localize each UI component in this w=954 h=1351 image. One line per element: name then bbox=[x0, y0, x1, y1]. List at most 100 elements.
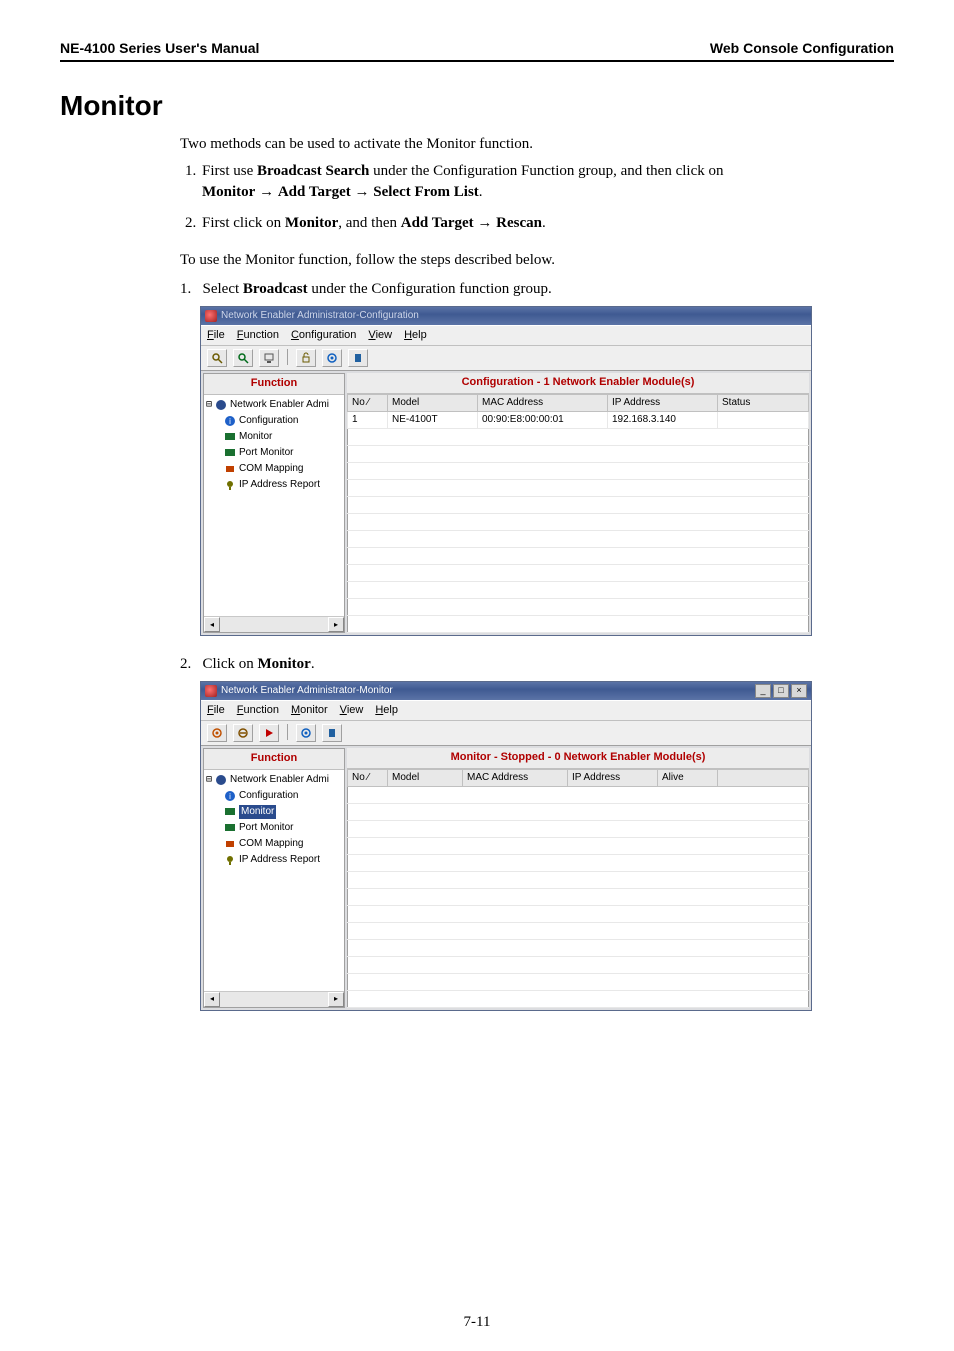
screenshot-configuration-window: Network Enabler Administrator-Configurat… bbox=[200, 306, 812, 636]
col-no[interactable]: No ⁄ bbox=[348, 394, 388, 411]
menu-view[interactable]: View bbox=[340, 703, 364, 718]
minimize-button[interactable]: _ bbox=[755, 684, 771, 698]
method-2: First click on Monitor, and then Add Tar… bbox=[200, 213, 894, 234]
tree-com-mapping[interactable]: COM Mapping bbox=[224, 461, 342, 477]
com-icon bbox=[224, 838, 236, 850]
scroll-right-icon[interactable]: ▸ bbox=[328, 992, 344, 1007]
menu-help[interactable]: Help bbox=[404, 328, 427, 343]
window-titlebar: Network Enabler Administrator-Configurat… bbox=[201, 307, 811, 325]
sidebar-header: Function bbox=[204, 749, 344, 769]
tree-root[interactable]: ⊟ Network Enabler Admi bbox=[206, 397, 342, 413]
window-title: Network Enabler Administrator-Monitor bbox=[221, 684, 393, 698]
menu-view[interactable]: View bbox=[368, 328, 392, 343]
lamp-icon bbox=[224, 854, 236, 866]
tree-monitor[interactable]: Monitor bbox=[224, 429, 342, 445]
toolbar-go-icon[interactable] bbox=[259, 724, 279, 742]
toolbar-search-ip-icon[interactable] bbox=[233, 349, 253, 367]
tree-ip-report[interactable]: IP Address Report bbox=[224, 477, 342, 493]
section-title: Monitor bbox=[60, 90, 894, 122]
scroll-left-icon[interactable]: ◂ bbox=[204, 992, 220, 1007]
col-ip[interactable]: IP Address bbox=[608, 394, 718, 411]
follow-paragraph: To use the Monitor function, follow the … bbox=[180, 250, 894, 271]
tree-root[interactable]: ⊟ Network Enabler Admi bbox=[206, 772, 342, 788]
col-extra[interactable] bbox=[718, 769, 809, 786]
menu-monitor[interactable]: Monitor bbox=[291, 703, 328, 718]
sidebar-scrollbar[interactable]: ◂ ▸ bbox=[204, 991, 344, 1007]
main-pane-header: Configuration - 1 Network Enabler Module… bbox=[347, 373, 809, 393]
sidebar-header: Function bbox=[204, 374, 344, 394]
toolbar-settings-icon[interactable] bbox=[296, 724, 316, 742]
page-header: NE-4100 Series User's Manual Web Console… bbox=[60, 40, 894, 62]
function-sidebar: Function ⊟ Network Enabler Admi i Config… bbox=[203, 748, 345, 1007]
info-icon: i bbox=[224, 415, 236, 427]
function-tree: ⊟ Network Enabler Admi i Configuration M… bbox=[204, 770, 344, 991]
table-header-row: No ⁄ Model MAC Address IP Address Status bbox=[348, 394, 809, 411]
menu-file[interactable]: File bbox=[207, 328, 225, 343]
col-no[interactable]: No ⁄ bbox=[348, 769, 388, 786]
col-status[interactable]: Status bbox=[718, 394, 809, 411]
globe-icon bbox=[215, 399, 227, 411]
screenshot-monitor-window: Network Enabler Administrator-Monitor _ … bbox=[200, 681, 812, 1011]
col-mac[interactable]: MAC Address bbox=[463, 769, 568, 786]
menu-file[interactable]: File bbox=[207, 703, 225, 718]
tree-configuration[interactable]: i Configuration bbox=[224, 788, 342, 804]
svg-text:i: i bbox=[229, 417, 231, 426]
monitor-icon bbox=[224, 447, 236, 459]
svg-text:i: i bbox=[229, 792, 231, 801]
app-icon bbox=[205, 310, 217, 322]
lamp-icon bbox=[224, 479, 236, 491]
toolbar-web-icon[interactable] bbox=[348, 349, 368, 367]
com-icon bbox=[224, 463, 236, 475]
toolbar-page-icon[interactable] bbox=[322, 724, 342, 742]
toolbar-search-icon[interactable] bbox=[207, 349, 227, 367]
tree-ip-report[interactable]: IP Address Report bbox=[224, 852, 342, 868]
methods-list: First use Broadcast Search under the Con… bbox=[180, 161, 894, 234]
window-title: Network Enabler Administrator-Configurat… bbox=[221, 309, 419, 323]
toolbar bbox=[201, 721, 811, 746]
scroll-right-icon[interactable]: ▸ bbox=[328, 617, 344, 632]
sidebar-scrollbar[interactable]: ◂ ▸ bbox=[204, 616, 344, 632]
chapter-title: Web Console Configuration bbox=[710, 40, 894, 56]
toolbar-locate-icon[interactable] bbox=[259, 349, 279, 367]
col-ip[interactable]: IP Address bbox=[568, 769, 658, 786]
step-1-text: 1. Select Broadcast under the Configurat… bbox=[180, 279, 894, 300]
module-table: No ⁄ Model MAC Address IP Address Status… bbox=[347, 394, 809, 633]
step-2-text: 2. Click on Monitor. bbox=[180, 654, 894, 675]
monitor-icon bbox=[224, 806, 236, 818]
col-model[interactable]: Model bbox=[388, 394, 478, 411]
toolbar-configure-icon[interactable] bbox=[322, 349, 342, 367]
toolbar-unlock-icon[interactable] bbox=[296, 349, 316, 367]
main-pane: Monitor - Stopped - 0 Network Enabler Mo… bbox=[347, 748, 809, 1007]
menu-function[interactable]: Function bbox=[237, 328, 279, 343]
app-icon bbox=[205, 685, 217, 697]
close-button[interactable]: × bbox=[791, 684, 807, 698]
body-text-block: Two methods can be used to activate the … bbox=[180, 134, 894, 1011]
menu-function[interactable]: Function bbox=[237, 703, 279, 718]
maximize-button[interactable]: □ bbox=[773, 684, 789, 698]
col-mac[interactable]: MAC Address bbox=[478, 394, 608, 411]
menu-configuration[interactable]: Configuration bbox=[291, 328, 356, 343]
toolbar-remove-target-icon[interactable] bbox=[233, 724, 253, 742]
intro-paragraph: Two methods can be used to activate the … bbox=[180, 134, 894, 155]
menu-help[interactable]: Help bbox=[375, 703, 398, 718]
window-titlebar: Network Enabler Administrator-Monitor _ … bbox=[201, 682, 811, 700]
tree-port-monitor[interactable]: Port Monitor bbox=[224, 820, 342, 836]
main-pane-header: Monitor - Stopped - 0 Network Enabler Mo… bbox=[347, 748, 809, 768]
method-1: First use Broadcast Search under the Con… bbox=[200, 161, 894, 203]
toolbar bbox=[201, 346, 811, 371]
tree-configuration[interactable]: i Configuration bbox=[224, 413, 342, 429]
globe-icon bbox=[215, 774, 227, 786]
col-alive[interactable]: Alive bbox=[658, 769, 718, 786]
tree-monitor[interactable]: Monitor bbox=[224, 804, 342, 820]
tree-com-mapping[interactable]: COM Mapping bbox=[224, 836, 342, 852]
col-model[interactable]: Model bbox=[388, 769, 463, 786]
table-row[interactable]: 1 NE-4100T 00:90:E8:00:00:01 192.168.3.1… bbox=[348, 411, 809, 428]
toolbar-add-target-icon[interactable] bbox=[207, 724, 227, 742]
function-tree: ⊟ Network Enabler Admi i Configuration M… bbox=[204, 395, 344, 616]
menubar: File Function Monitor View Help bbox=[201, 700, 811, 721]
monitor-icon bbox=[224, 431, 236, 443]
tree-port-monitor[interactable]: Port Monitor bbox=[224, 445, 342, 461]
scroll-left-icon[interactable]: ◂ bbox=[204, 617, 220, 632]
menubar: File Function Configuration View Help bbox=[201, 325, 811, 346]
table-header-row: No ⁄ Model MAC Address IP Address Alive bbox=[348, 769, 809, 786]
